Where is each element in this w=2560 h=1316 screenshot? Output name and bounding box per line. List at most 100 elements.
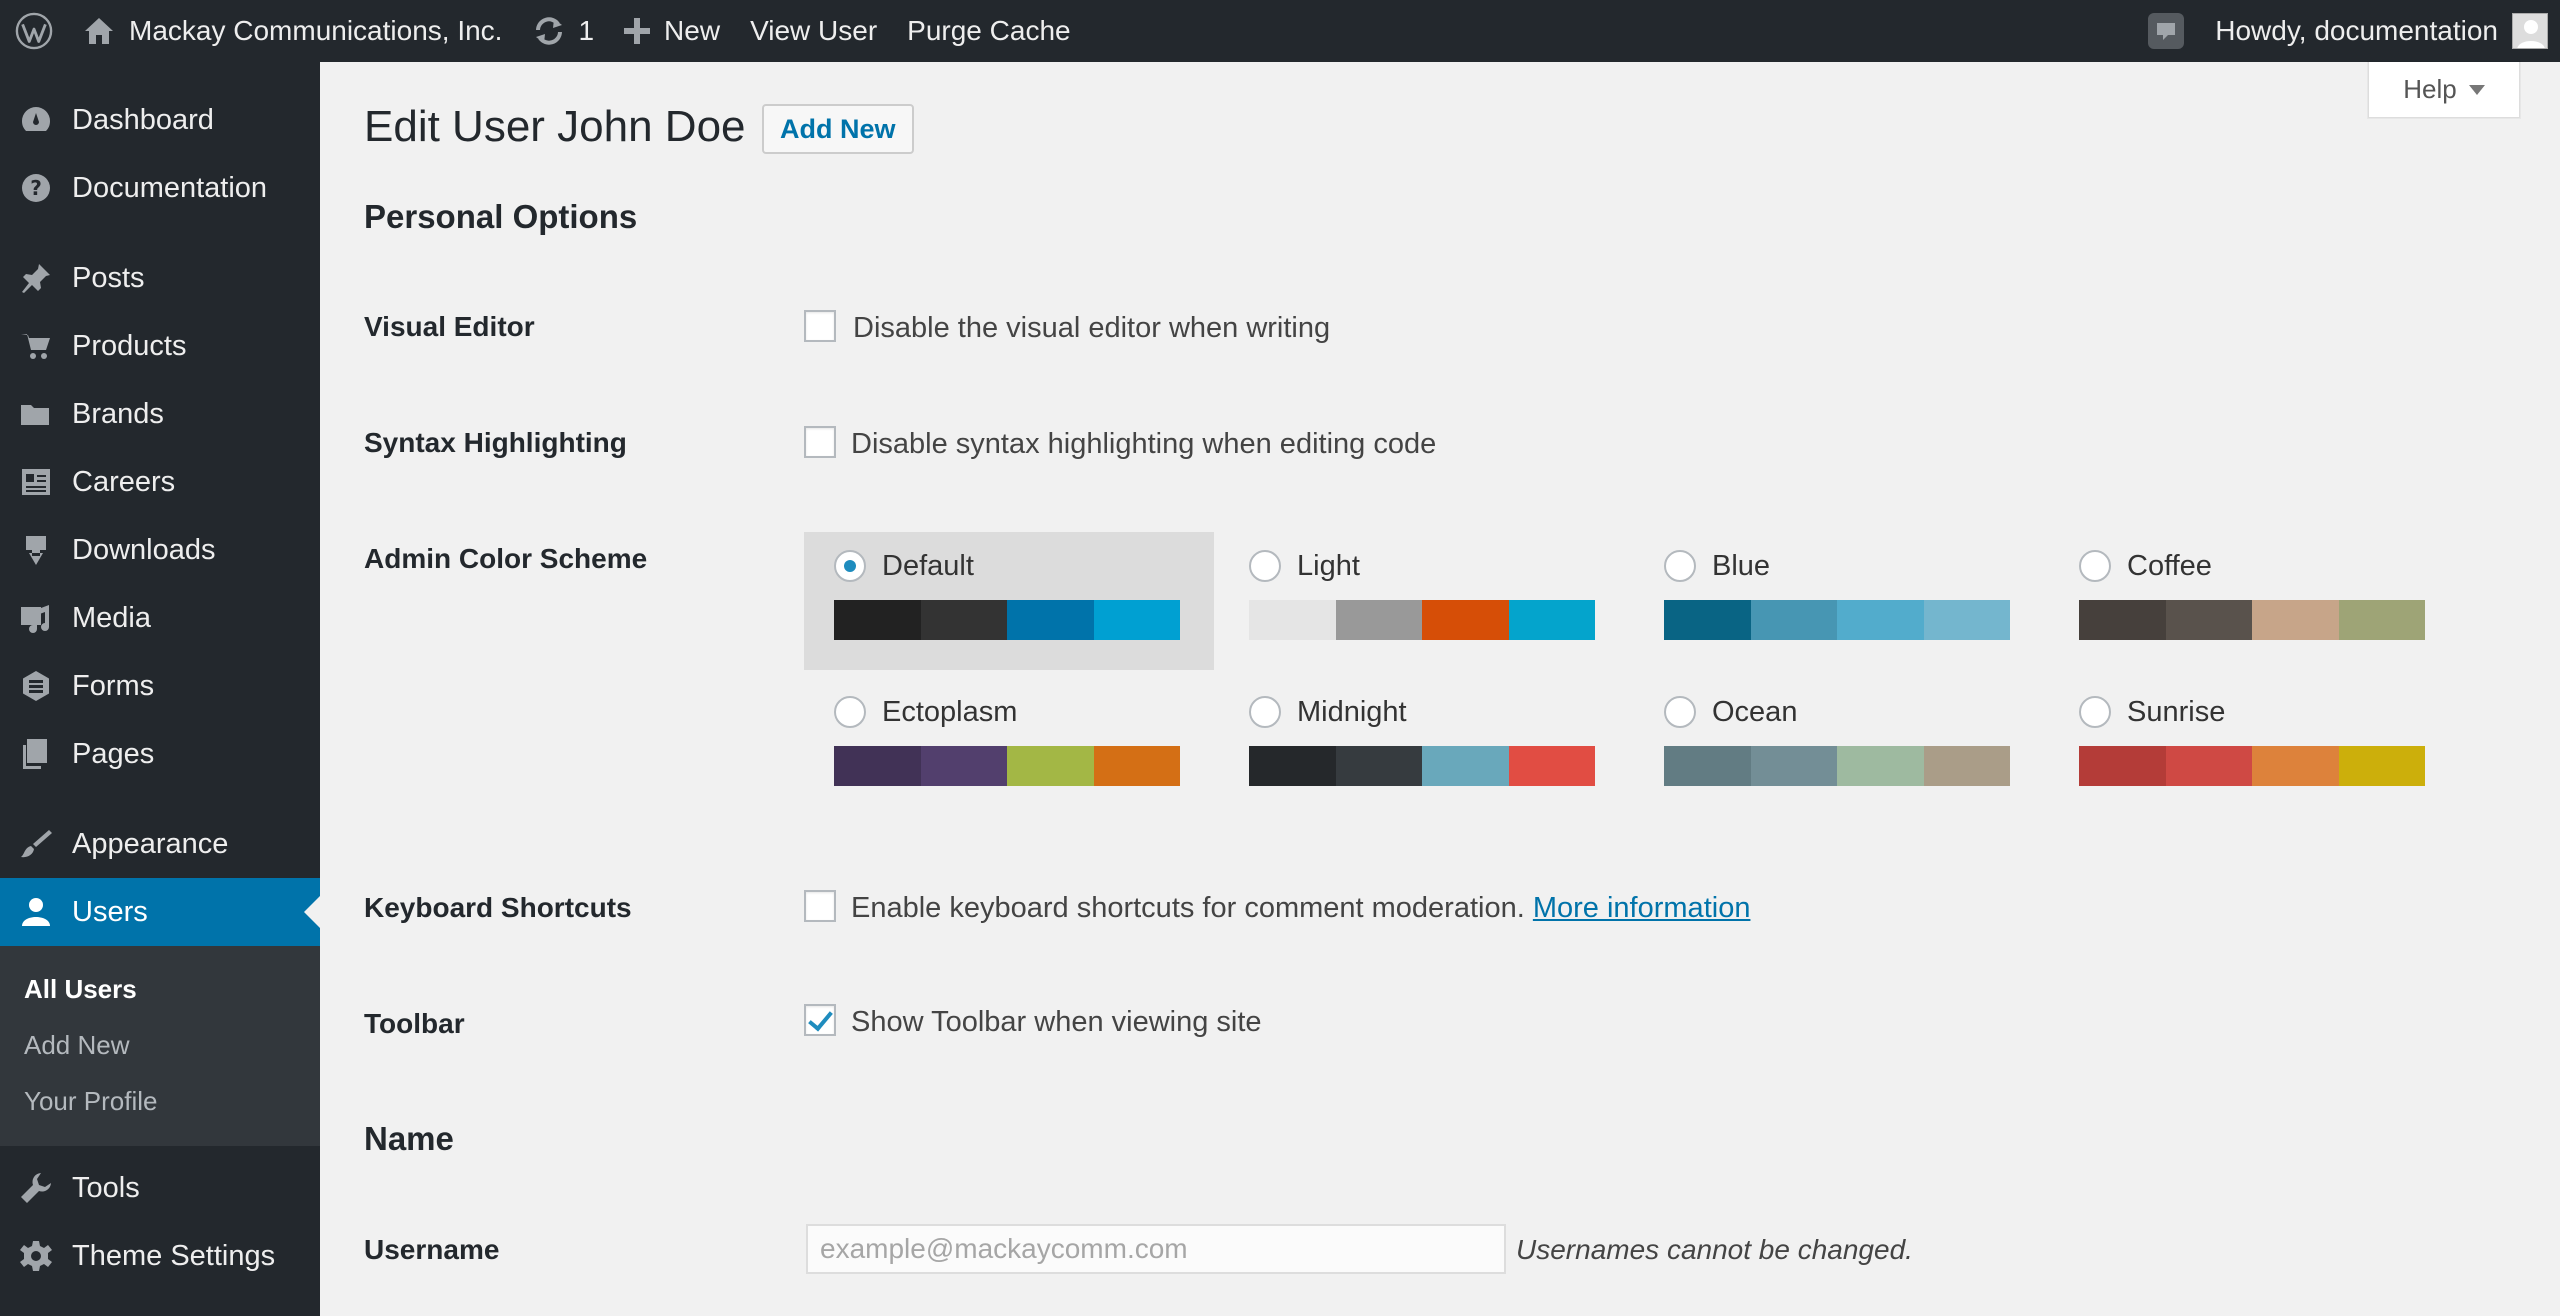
help-icon: ? bbox=[0, 171, 72, 205]
keyboard-shortcuts-checkbox[interactable] bbox=[804, 890, 836, 922]
sidebar-item-label: Posts bbox=[72, 261, 145, 294]
color-swatch bbox=[2165, 746, 2252, 786]
personal-options-heading: Personal Options bbox=[364, 198, 638, 235]
syntax-highlighting-checkbox[interactable] bbox=[804, 426, 836, 458]
more-information-link[interactable]: More information bbox=[1533, 892, 1751, 924]
svg-text:?: ? bbox=[30, 176, 42, 200]
color-scheme-name: Light bbox=[1297, 550, 1360, 582]
sidebar-item-downloads[interactable]: Downloads bbox=[0, 516, 320, 584]
new-content-link[interactable]: New bbox=[609, 0, 735, 62]
color-scheme-coffee[interactable]: Coffee bbox=[2049, 532, 2459, 670]
my-account-link[interactable]: Howdy, documentation bbox=[2200, 0, 2560, 62]
color-swatch bbox=[2079, 746, 2166, 786]
color-scheme-radio[interactable] bbox=[834, 696, 866, 728]
admin-sidebar: Dashboard ? Documentation Posts Products… bbox=[0, 62, 320, 1316]
color-swatches bbox=[1249, 600, 1595, 640]
sidebar-item-documentation[interactable]: ? Documentation bbox=[0, 154, 320, 222]
sidebar-item-media[interactable]: Media bbox=[0, 584, 320, 652]
color-swatches bbox=[1664, 600, 2010, 640]
view-user-link[interactable]: View User bbox=[735, 0, 892, 62]
sidebar-item-label: Media bbox=[72, 601, 151, 634]
color-swatch bbox=[1335, 600, 1422, 640]
color-swatches bbox=[2079, 600, 2425, 640]
color-swatch bbox=[1422, 746, 1509, 786]
color-scheme-radio[interactable] bbox=[2079, 696, 2111, 728]
sidebar-item-appearance[interactable]: Appearance bbox=[0, 810, 320, 878]
username-note: Usernames cannot be changed. bbox=[1516, 1234, 1913, 1265]
color-swatch bbox=[2252, 746, 2339, 786]
color-scheme-ocean[interactable]: Ocean bbox=[1634, 678, 2044, 816]
sidebar-item-dashboard[interactable]: Dashboard bbox=[0, 86, 320, 154]
sidebar-item-label: Dashboard bbox=[72, 103, 214, 136]
color-swatch bbox=[1837, 746, 1924, 786]
purge-cache-link[interactable]: Purge Cache bbox=[892, 0, 1085, 62]
site-name-link[interactable]: Mackay Communications, Inc. bbox=[68, 0, 517, 62]
color-swatches bbox=[834, 600, 1180, 640]
color-scheme-blue[interactable]: Blue bbox=[1634, 532, 2044, 670]
sidebar-item-posts[interactable]: Posts bbox=[0, 244, 320, 312]
color-scheme-ectoplasm[interactable]: Ectoplasm bbox=[804, 678, 1214, 816]
color-scheme-light[interactable]: Light bbox=[1219, 532, 1629, 670]
color-scheme-radio[interactable] bbox=[2079, 550, 2111, 582]
add-new-button[interactable]: Add New bbox=[762, 104, 914, 154]
color-swatch bbox=[1508, 600, 1595, 640]
sidebar-item-label: Brands bbox=[72, 397, 164, 430]
admin-bar: Mackay Communications, Inc. 1 New View U… bbox=[0, 0, 2560, 62]
visual-editor-label: Visual Editor bbox=[364, 311, 535, 342]
submenu-your-profile[interactable]: Your Profile bbox=[24, 1086, 157, 1117]
site-name: Mackay Communications, Inc. bbox=[129, 15, 503, 46]
color-swatch bbox=[1923, 746, 2010, 786]
color-scheme-radio[interactable] bbox=[1249, 696, 1281, 728]
submenu-all-users[interactable]: All Users bbox=[24, 974, 137, 1005]
sidebar-item-label: Pages bbox=[72, 737, 155, 770]
help-tab-button[interactable]: Help bbox=[2368, 62, 2520, 118]
wordpress-logo-icon[interactable] bbox=[0, 0, 68, 62]
users-submenu: All Users Add New Your Profile bbox=[0, 946, 320, 1146]
toolbar-text: Show Toolbar when viewing site bbox=[851, 1006, 1262, 1038]
color-swatch bbox=[1837, 600, 1924, 640]
help-label: Help bbox=[2403, 74, 2457, 104]
color-swatch bbox=[1007, 600, 1094, 640]
visual-editor-checkbox[interactable] bbox=[804, 310, 836, 342]
color-scheme-sunrise[interactable]: Sunrise bbox=[2049, 678, 2459, 816]
sidebar-item-pages[interactable]: Pages bbox=[0, 720, 320, 788]
comment-bubble-icon[interactable] bbox=[2132, 0, 2200, 62]
purge-cache-label: Purge Cache bbox=[907, 15, 1071, 46]
toolbar-checkbox[interactable] bbox=[804, 1004, 836, 1036]
home-icon bbox=[83, 16, 115, 46]
color-scheme-radio[interactable] bbox=[1664, 696, 1696, 728]
username-input[interactable] bbox=[806, 1224, 1506, 1274]
plus-icon bbox=[624, 18, 651, 44]
sidebar-item-label: Forms bbox=[72, 669, 155, 702]
color-swatch bbox=[1093, 746, 1180, 786]
sidebar-item-products[interactable]: Products bbox=[0, 312, 320, 380]
color-swatch bbox=[1249, 600, 1336, 640]
color-scheme-radio[interactable] bbox=[1664, 550, 1696, 582]
color-swatches bbox=[1664, 746, 2010, 786]
sidebar-item-tools[interactable]: Tools bbox=[0, 1154, 320, 1222]
color-scheme-radio[interactable] bbox=[834, 550, 866, 582]
color-swatch bbox=[1249, 746, 1336, 786]
sidebar-item-theme-settings[interactable]: Theme Settings bbox=[0, 1222, 320, 1290]
color-scheme-radio[interactable] bbox=[1249, 550, 1281, 582]
sidebar-item-label: Theme Settings bbox=[72, 1239, 276, 1272]
color-scheme-name: Sunrise bbox=[2127, 696, 2226, 728]
sidebar-item-brands[interactable]: Brands bbox=[0, 380, 320, 448]
download-icon bbox=[0, 533, 72, 567]
color-swatch bbox=[2079, 600, 2166, 640]
new-label: New bbox=[664, 15, 721, 46]
color-scheme-midnight[interactable]: Midnight bbox=[1219, 678, 1629, 816]
sidebar-item-careers[interactable]: Careers bbox=[0, 448, 320, 516]
color-scheme-name: Midnight bbox=[1297, 696, 1407, 728]
color-scheme-default[interactable]: Default bbox=[804, 532, 1214, 670]
sidebar-item-label: Documentation bbox=[72, 171, 268, 204]
submenu-add-new[interactable]: Add New bbox=[24, 1030, 130, 1061]
updates-link[interactable]: 1 bbox=[517, 0, 609, 62]
greeting: Howdy, documentation bbox=[2215, 15, 2498, 46]
color-swatch bbox=[920, 600, 1007, 640]
color-swatch bbox=[1335, 746, 1422, 786]
sidebar-item-users[interactable]: Users bbox=[0, 878, 320, 946]
toolbar-label: Toolbar bbox=[364, 1008, 465, 1039]
color-swatch bbox=[2252, 600, 2339, 640]
sidebar-item-forms[interactable]: Forms bbox=[0, 652, 320, 720]
